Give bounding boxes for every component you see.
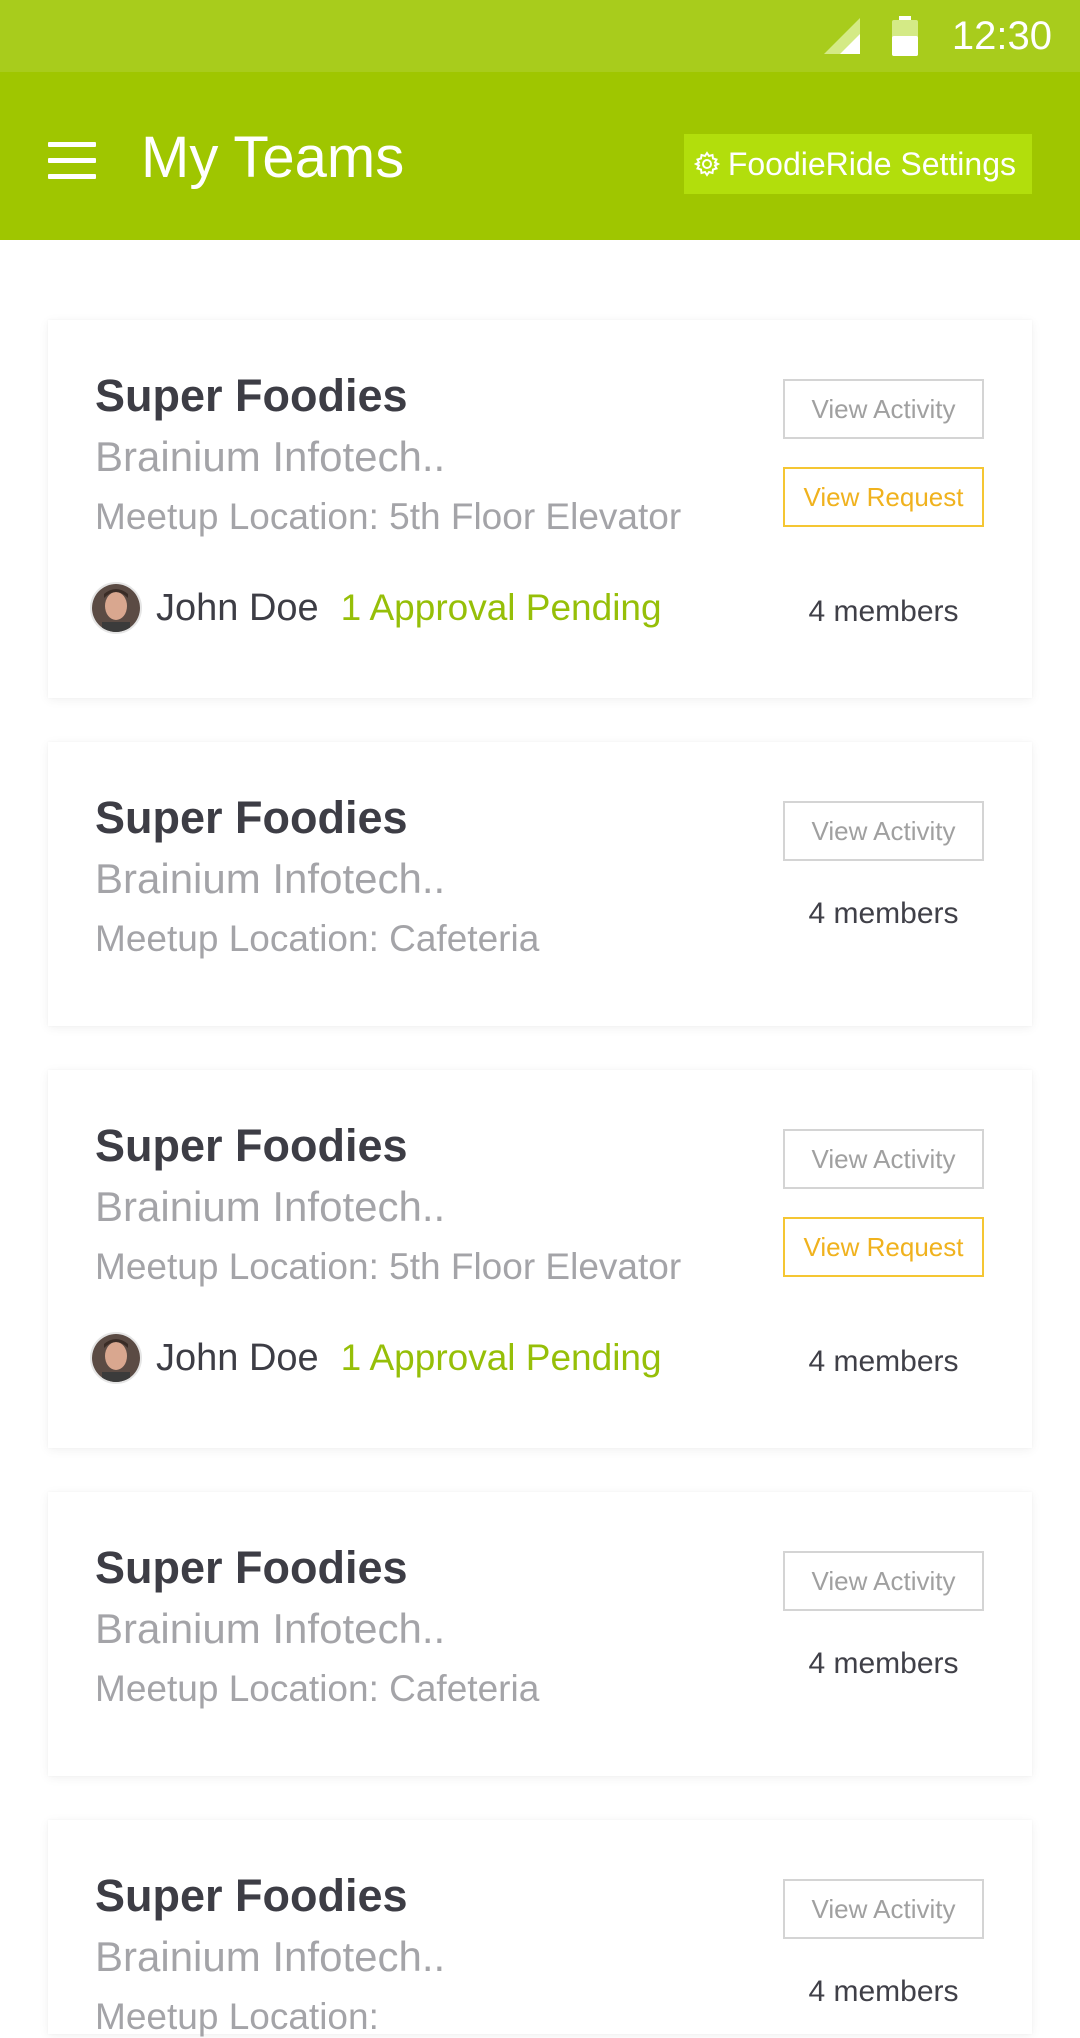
owner-name[interactable]: John Doe — [156, 587, 319, 630]
meetup-location: Meetup Location: — [95, 1996, 379, 2037]
battery-icon — [891, 16, 918, 56]
gear-icon — [693, 151, 720, 177]
view-activity-button[interactable]: View Activity — [783, 1551, 984, 1611]
avatar[interactable] — [90, 582, 142, 634]
team-card[interactable]: Super Foodies Brainium Infotech.. Meetup… — [48, 1492, 1032, 1776]
view-request-button[interactable]: View Request — [783, 1217, 984, 1277]
member-count: 4 members — [808, 1647, 959, 1680]
clock: 12:30 — [951, 13, 1052, 58]
meetup-location: Meetup Location: Cafeteria — [95, 918, 540, 959]
avatar[interactable] — [90, 1332, 142, 1384]
team-company: Brainium Infotech.. — [95, 855, 446, 902]
app-bar: My Teams FoodieRide Settings — [0, 72, 1080, 240]
team-name: Super Foodies — [95, 1542, 408, 1593]
status-bar: 12:30 — [0, 0, 1080, 72]
meetup-location: Meetup Location: 5th Floor Elevator — [95, 496, 682, 537]
team-name: Super Foodies — [95, 370, 408, 421]
approval-pending-status[interactable]: 1 Approval Pending — [341, 1337, 662, 1379]
view-activity-button[interactable]: View Activity — [783, 1129, 984, 1189]
team-card[interactable]: Super Foodies Brainium Infotech.. Meetup… — [48, 1820, 1032, 2037]
team-card[interactable]: Super Foodies Brainium Infotech.. Meetup… — [48, 742, 1032, 1026]
team-name: Super Foodies — [95, 1870, 408, 1921]
team-company: Brainium Infotech.. — [95, 1183, 446, 1230]
team-company: Brainium Infotech.. — [95, 433, 446, 480]
team-owner: John Doe 1 Approval Pending — [90, 582, 662, 634]
approval-pending-status[interactable]: 1 Approval Pending — [341, 587, 662, 629]
team-company: Brainium Infotech.. — [95, 1605, 446, 1652]
team-owner: John Doe 1 Approval Pending — [90, 1332, 662, 1384]
page-title: My Teams — [141, 125, 405, 190]
team-card[interactable]: Super Foodies Brainium Infotech.. Meetup… — [48, 1070, 1032, 1448]
meetup-location: Meetup Location: Cafeteria — [95, 1668, 540, 1709]
member-count: 4 members — [808, 1345, 959, 1378]
foodieride-settings-button[interactable]: FoodieRide Settings — [683, 134, 1032, 194]
owner-name[interactable]: John Doe — [156, 1337, 319, 1380]
team-card[interactable]: Super Foodies Brainium Infotech.. Meetup… — [48, 320, 1032, 698]
member-count: 4 members — [808, 595, 959, 628]
view-activity-button[interactable]: View Activity — [783, 1879, 984, 1939]
meetup-location: Meetup Location: 5th Floor Elevator — [95, 1246, 682, 1287]
view-request-button[interactable]: View Request — [783, 467, 984, 527]
team-name: Super Foodies — [95, 1120, 408, 1171]
settings-label: FoodieRide Settings — [727, 145, 1016, 182]
view-activity-button[interactable]: View Activity — [783, 801, 984, 861]
member-count: 4 members — [808, 897, 959, 930]
hamburger-menu-icon[interactable] — [48, 142, 96, 180]
person-avatar-icon — [92, 1334, 140, 1382]
team-company: Brainium Infotech.. — [95, 1933, 446, 1980]
view-activity-button[interactable]: View Activity — [783, 379, 984, 439]
member-count: 4 members — [808, 1975, 959, 2008]
signal-icon — [823, 18, 860, 54]
team-name: Super Foodies — [95, 792, 408, 843]
person-avatar-icon — [92, 584, 140, 632]
